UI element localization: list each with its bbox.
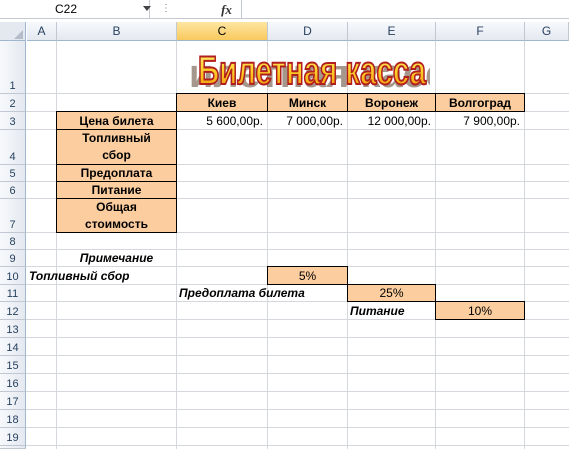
price-cell-minsk[interactable]: 7 000,00р. bbox=[268, 112, 347, 129]
price-cell-voronezh[interactable]: 12 000,00р. bbox=[348, 112, 435, 129]
name-box[interactable]: C22 bbox=[0, 0, 150, 19]
row-header-9[interactable]: 9 bbox=[0, 250, 26, 267]
note-prepay-label[interactable]: Предоплата билета bbox=[177, 285, 347, 301]
row-header-8[interactable]: 8 bbox=[0, 233, 26, 250]
note-fuel-label[interactable]: Топливный сбор bbox=[27, 267, 177, 284]
note-fuel-value[interactable]: 5% bbox=[267, 266, 348, 285]
insert-function-button[interactable]: fx bbox=[212, 0, 242, 19]
row-header-2[interactable]: 2 bbox=[0, 94, 26, 112]
row-header-12[interactable]: 12 bbox=[0, 302, 26, 320]
gridline bbox=[26, 355, 569, 356]
select-all-triangle-icon bbox=[14, 30, 23, 39]
gridline bbox=[26, 391, 569, 392]
wordart-title-graphic: Билетная касса Билетная касса bbox=[190, 48, 430, 94]
row-header-18[interactable]: 18 bbox=[0, 410, 26, 428]
row-label-prepay[interactable]: Предоплата bbox=[56, 164, 177, 182]
row-header-13[interactable]: 13 bbox=[0, 320, 26, 338]
row-header-17[interactable]: 17 bbox=[0, 392, 26, 410]
city-header-volgograd[interactable]: Волгоград bbox=[435, 93, 525, 112]
row-label-total[interactable]: Общая стоимость bbox=[56, 198, 177, 233]
row-label-price[interactable]: Цена билета bbox=[56, 111, 177, 130]
page-title: Билетная касса bbox=[198, 49, 427, 93]
column-header-a[interactable]: A bbox=[27, 22, 57, 41]
note-heading[interactable]: Примечание bbox=[57, 250, 176, 266]
price-cell-volgograd[interactable]: 7 900,00р. bbox=[436, 112, 524, 129]
city-header-voronezh[interactable]: Воронеж bbox=[347, 93, 436, 112]
note-food-label[interactable]: Питание bbox=[348, 302, 435, 319]
row-label-fuel[interactable]: Топливный сбор bbox=[56, 129, 177, 165]
gridline bbox=[56, 41, 57, 449]
grip-dots-icon[interactable]: ⋮ bbox=[160, 3, 172, 15]
row-header-19[interactable]: 19 bbox=[0, 428, 26, 446]
city-header-minsk[interactable]: Минск bbox=[267, 93, 348, 112]
row-header-14[interactable]: 14 bbox=[0, 338, 26, 356]
column-header-d[interactable]: D bbox=[268, 22, 348, 41]
row-header-1[interactable]: 1 bbox=[0, 41, 26, 94]
column-header-e[interactable]: E bbox=[348, 22, 436, 41]
price-cell-kyiv[interactable]: 5 600,00р. bbox=[177, 112, 267, 129]
column-header-c[interactable]: C bbox=[177, 22, 268, 41]
row-header-7[interactable]: 7 bbox=[0, 199, 26, 233]
row-header-11[interactable]: 11 bbox=[0, 285, 26, 302]
gridline bbox=[26, 373, 569, 374]
wordart-title[interactable]: Билетная касса Билетная касса bbox=[190, 42, 430, 94]
gridline bbox=[26, 445, 569, 446]
formula-input[interactable] bbox=[243, 0, 569, 19]
row-header-4[interactable]: 4 bbox=[0, 130, 26, 165]
row-header-15[interactable]: 15 bbox=[0, 356, 26, 374]
city-header-kyiv[interactable]: Киев bbox=[176, 93, 268, 112]
row-header-16[interactable]: 16 bbox=[0, 374, 26, 392]
chevron-down-icon[interactable] bbox=[143, 6, 151, 11]
note-prepay-value[interactable]: 25% bbox=[347, 284, 436, 302]
gridline bbox=[26, 409, 569, 410]
row-header-6[interactable]: 6 bbox=[0, 182, 26, 199]
row-header-3[interactable]: 3 bbox=[0, 112, 26, 130]
column-header-g[interactable]: G bbox=[525, 22, 569, 41]
gridline bbox=[26, 427, 569, 428]
note-food-value[interactable]: 10% bbox=[435, 301, 525, 320]
column-header-f[interactable]: F bbox=[436, 22, 525, 41]
row-header-5[interactable]: 5 bbox=[0, 165, 26, 182]
column-header-b[interactable]: B bbox=[57, 22, 177, 41]
row-label-food[interactable]: Питание bbox=[56, 181, 177, 199]
row-header-10[interactable]: 10 bbox=[0, 267, 26, 285]
gridline bbox=[26, 337, 569, 338]
